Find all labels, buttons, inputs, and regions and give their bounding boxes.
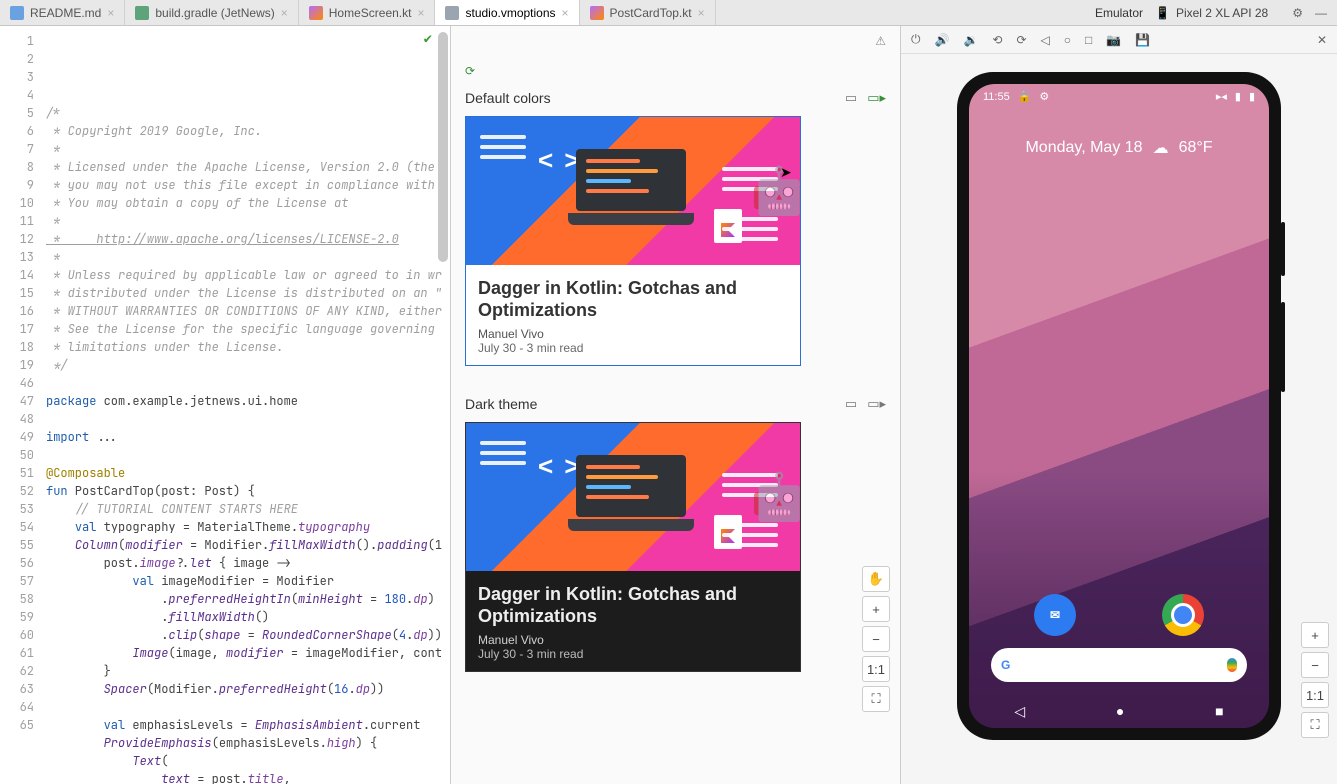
close-tab-icon[interactable]: × [562,6,569,20]
rotate-right-icon[interactable]: ⟳ [1016,33,1026,47]
google-search-bar[interactable]: G [991,648,1247,682]
device-icon[interactable]: ▭ [845,90,857,106]
status-time: 11:55 [983,91,1010,103]
zoom-in-button[interactable]: + [1301,622,1329,648]
close-tab-icon[interactable]: × [698,6,705,20]
signal-icon: ▮ [1235,90,1241,103]
tab-label: build.gradle (JetNews) [155,6,274,20]
emulator-toolbar: ⏻ 🔊 🔉 ⟲ ⟳ ◁ ○ □ 📷 💾 ✕ [901,26,1337,54]
device-screen[interactable]: 11:55 🔒 ⚙ ▸◂ ▮ ▮ Monday, May 18 [969,84,1269,728]
compose-preview-panel: ≡Code ◫Split ▦Design ⟳ ⚠ Default colors … [451,26,901,784]
zoom-out-button[interactable]: − [1301,652,1329,678]
screenshot-icon[interactable]: 📷 [1106,33,1121,47]
file-type-icon [10,6,24,20]
code-editor[interactable]: 1234567891011121314151617181946474849505… [0,26,450,784]
card-author: Manuel Vivo [478,633,788,647]
rotate-left-icon[interactable]: ⟲ [992,33,1002,47]
file-type-icon [445,6,459,20]
phone-icon: 📱 [1155,6,1170,20]
hide-panel-icon[interactable]: — [1315,6,1327,20]
card-hero-image: < > 🤖 [466,423,800,571]
nav-home-button[interactable]: ● [1116,703,1124,720]
preview-card-dark[interactable]: < > 🤖 Dagger in Kotlin: Gotchas and Opti… [465,422,801,672]
zoom-fit-button[interactable]: ⛶ [862,686,890,712]
settings-chip-icon: ⚙ [1039,90,1049,103]
weather-icon: ☁ [1153,138,1169,158]
lock-icon: 🔒 [1018,90,1032,103]
inspection-ok-icon: ✔ [424,30,432,48]
close-tab-icon[interactable]: × [281,6,288,20]
zoom-in-button[interactable]: + [862,596,890,622]
assistant-mic-icon[interactable] [1227,658,1237,672]
card-author: Manuel Vivo [478,327,788,341]
tab-label: HomeScreen.kt [329,6,412,20]
wifi-icon: ▸◂ [1216,90,1227,103]
home-temp: 68°F [1179,139,1213,157]
refresh-icon[interactable]: ⟳ [465,64,475,78]
file-type-icon [590,6,604,20]
tab-label: PostCardTop.kt [610,6,692,20]
power-icon[interactable]: ⏻ [911,32,921,47]
run-preview-icon[interactable]: ▭▸ [867,396,886,412]
google-logo-icon: G [1001,658,1010,672]
device-icon[interactable]: ▭ [845,396,857,412]
home-date: Monday, May 18 [1025,139,1142,157]
vertical-scrollbar[interactable] [438,32,448,262]
editor-tab[interactable]: build.gradle (JetNews) × [125,0,298,25]
back-icon[interactable]: ◁ [1041,33,1050,47]
home-icon[interactable]: ○ [1064,33,1071,47]
close-tab-icon[interactable]: × [107,6,114,20]
messages-app-icon[interactable]: ✉ [1034,594,1076,636]
file-type-icon [135,6,149,20]
zoom-out-button[interactable]: − [862,626,890,652]
nav-back-button[interactable]: ◁ [1014,703,1025,720]
emulator-zoom-controls: + − 1:1 ⛶ [1301,622,1329,738]
status-bar: 11:55 🔒 ⚙ ▸◂ ▮ ▮ [969,90,1269,103]
card-title: Dagger in Kotlin: Gotchas and Optimizati… [478,583,788,627]
battery-icon: ▮ [1249,90,1255,103]
editor-tabs: README.md×build.gradle (JetNews)×HomeScr… [0,0,1337,26]
line-number-gutter: 1234567891011121314151617181946474849505… [0,26,40,784]
preview-card-default[interactable]: < > 🤖 Dagger in Kotlin: Gotchas and Opti… [465,116,801,366]
emulator-tab-label[interactable]: Emulator [1095,6,1143,20]
editor-tab[interactable]: PostCardTop.kt × [580,0,716,25]
chrome-app-icon[interactable] [1162,594,1204,636]
tab-label: README.md [30,6,101,20]
overview-icon[interactable]: □ [1085,33,1092,47]
card-title: Dagger in Kotlin: Gotchas and Optimizati… [478,277,788,321]
code-area[interactable]: ✔ /* * Copyright 2019 Google, Inc. * * L… [40,26,450,784]
editor-tab[interactable]: studio.vmoptions × [435,0,579,25]
android-icon: 🤖 [751,470,800,525]
preview-section-title: Default colors [465,90,551,106]
card-meta: July 30 - 3 min read [478,647,788,661]
editor-panel: 1234567891011121314151617181946474849505… [0,26,451,784]
card-hero-image: < > 🤖 [466,117,800,265]
run-preview-icon[interactable]: ▭▸ [867,90,886,106]
card-meta: July 30 - 3 min read [478,341,788,355]
warning-icon[interactable]: ⚠ [875,34,886,48]
zoom-1to1-button[interactable]: 1:1 [1301,682,1329,708]
tab-label: studio.vmoptions [465,6,555,20]
volume-up-icon[interactable]: 🔊 [935,33,950,47]
system-nav-bar: ◁ ● ■ [969,703,1269,720]
file-type-icon [309,6,323,20]
device-selector[interactable]: 📱Pixel 2 XL API 28 [1155,6,1268,20]
pan-button[interactable]: ✋ [862,566,890,592]
volume-down-icon[interactable]: 🔉 [963,33,978,47]
preview-section-title-dark: Dark theme [465,396,537,412]
device-frame: 11:55 🔒 ⚙ ▸◂ ▮ ▮ Monday, May 18 [957,72,1281,740]
editor-tab[interactable]: HomeScreen.kt × [299,0,436,25]
android-icon: 🤖 [751,164,800,219]
nav-recent-button[interactable]: ■ [1215,703,1223,720]
app-dock: ✉ [991,594,1247,636]
preview-zoom-controls: ✋ + − 1:1 ⛶ [862,566,890,712]
zoom-1to1-button[interactable]: 1:1 [862,656,890,682]
editor-tab[interactable]: README.md × [0,0,125,25]
close-panel-icon[interactable]: ✕ [1317,33,1327,47]
save-icon[interactable]: 💾 [1135,33,1150,47]
emulator-panel: ⏻ 🔊 🔉 ⟲ ⟳ ◁ ○ □ 📷 💾 ✕ [901,26,1337,784]
gear-icon[interactable]: ⚙ [1292,6,1303,20]
close-tab-icon[interactable]: × [417,6,424,20]
zoom-fit-button[interactable]: ⛶ [1301,712,1329,738]
